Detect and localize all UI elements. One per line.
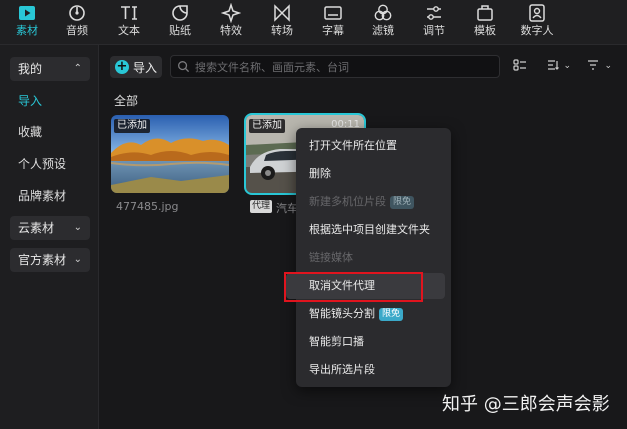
sidebar-item-favorites[interactable]: 收藏: [18, 124, 42, 140]
tab-media-label: 素材: [16, 24, 38, 37]
filter-button[interactable]: ⌄: [587, 58, 612, 76]
sidebar: 我的 ⌃ 导入 收藏 个人预设 品牌素材 云素材 ⌄ 官方素材 ⌄: [0, 45, 99, 429]
chevron-down-icon: ⌄: [604, 61, 613, 71]
tab-transition-label: 转场: [271, 24, 293, 37]
chevron-down-icon: ⌄: [73, 222, 82, 233]
top-toolbar: 素材 音频 文本 贴纸 特效 转场 字幕 滤镜 调节 模板 数字人: [0, 0, 627, 45]
menu-item-label: 打开文件所在位置: [309, 139, 397, 152]
sparkle-star-icon: [206, 2, 256, 24]
sidebar-group-cloud[interactable]: 云素材 ⌄: [10, 216, 90, 240]
tab-subtitle-label: 字幕: [322, 24, 344, 37]
sidebar-group-mine[interactable]: 我的 ⌃: [10, 57, 90, 81]
chevron-down-icon: ⌄: [73, 254, 82, 265]
tab-template[interactable]: 模板: [460, 3, 510, 41]
sidebar-group-official-label: 官方素材: [18, 253, 67, 267]
watermark: 知乎 @三郎会声会影: [442, 394, 610, 415]
menu-item-open-location[interactable]: 打开文件所在位置: [309, 139, 397, 153]
menu-item-smart-shot-split[interactable]: 智能镜头分割 限免: [309, 307, 404, 321]
tab-sticker[interactable]: 贴纸: [155, 3, 205, 41]
added-tag: 已添加: [249, 119, 285, 133]
media-card-caption: 汽车: [276, 202, 298, 215]
tab-text[interactable]: 文本: [104, 3, 154, 41]
search-icon: [178, 61, 190, 73]
added-tag: 已添加: [114, 119, 150, 133]
chevron-down-icon: ⌄: [563, 61, 572, 71]
tab-template-label: 模板: [474, 24, 496, 37]
media-card-image[interactable]: 已添加: [111, 115, 229, 193]
tab-audio-label: 音频: [66, 24, 88, 37]
menu-item-label: 新建多机位片段: [309, 195, 386, 208]
section-title: 全部: [114, 94, 139, 108]
sidebar-item-presets[interactable]: 个人预设: [18, 156, 66, 172]
media-card-caption: 477485.jpg: [116, 200, 179, 213]
limited-free-badge: 限免: [390, 196, 415, 209]
grid-view-button[interactable]: [513, 58, 527, 76]
digital-human-icon: [512, 3, 562, 23]
template-box-icon: [460, 3, 510, 23]
sidebar-item-import[interactable]: 导入: [18, 93, 42, 109]
play-square-icon: [2, 3, 52, 23]
search-placeholder: 搜索文件名称、画面元素、台词: [195, 61, 349, 74]
tab-filter-label: 滤镜: [372, 24, 394, 37]
menu-item-link-media: 链接媒体: [309, 251, 353, 265]
menu-item-delete[interactable]: 删除: [309, 167, 331, 181]
highlight-annotation-box: [284, 272, 423, 302]
limited-free-badge: 限免: [379, 308, 404, 321]
menu-item-label: 链接媒体: [309, 251, 353, 264]
sticker-icon: [155, 3, 205, 23]
filter-circles-icon: [358, 3, 408, 23]
menu-item-label: 删除: [309, 167, 331, 180]
tab-effects[interactable]: 特效: [206, 2, 256, 41]
tab-audio[interactable]: 音频: [52, 3, 102, 41]
tab-text-label: 文本: [118, 24, 140, 37]
proxy-badge: 代理: [250, 200, 273, 213]
tab-filter[interactable]: 滤镜: [358, 3, 408, 41]
adjust-sliders-icon: [409, 3, 459, 23]
tab-effects-label: 特效: [220, 24, 242, 37]
import-button-label: 导入: [133, 61, 158, 75]
sidebar-group-official[interactable]: 官方素材 ⌄: [10, 248, 90, 272]
chevron-up-icon: ⌃: [73, 63, 82, 74]
menu-item-label: 导出所选片段: [309, 363, 375, 376]
menu-item-label: 智能剪口播: [309, 335, 364, 348]
tab-media[interactable]: 素材: [2, 3, 52, 41]
tab-sticker-label: 贴纸: [169, 24, 191, 37]
tab-subtitle[interactable]: 字幕: [308, 3, 358, 41]
grid-view-icon: [513, 59, 526, 71]
plus-icon: +: [115, 59, 129, 74]
sidebar-group-mine-label: 我的: [18, 62, 43, 76]
search-input[interactable]: 搜索文件名称、画面元素、台词: [170, 55, 500, 78]
menu-item-create-folder[interactable]: 根据选中项目创建文件夹: [309, 223, 430, 237]
tab-transition[interactable]: 转场: [257, 3, 307, 41]
menu-item-smart-cut-talk[interactable]: 智能剪口播: [309, 335, 364, 349]
menu-item-label: 根据选中项目创建文件夹: [309, 223, 430, 236]
sidebar-item-brand[interactable]: 品牌素材: [18, 188, 66, 204]
filter-funnel-icon: [588, 60, 598, 70]
sort-icon: [548, 60, 559, 70]
tab-adjust[interactable]: 调节: [409, 3, 459, 41]
sort-button[interactable]: ⌄: [546, 58, 571, 76]
transition-bowtie-icon: [257, 3, 307, 23]
menu-item-export-selected[interactable]: 导出所选片段: [309, 363, 375, 377]
menu-item-label: 智能镜头分割: [309, 307, 375, 320]
tab-digital-human-label: 数字人: [520, 24, 554, 37]
menu-item-new-multicam: 新建多机位片段 限免: [309, 195, 415, 209]
audio-disc-icon: [52, 3, 102, 23]
sidebar-group-cloud-label: 云素材: [18, 221, 55, 235]
import-button[interactable]: + 导入: [110, 56, 162, 78]
subtitle-box-icon: [308, 3, 358, 23]
tab-digital-human[interactable]: 数字人: [512, 3, 562, 41]
tab-adjust-label: 调节: [423, 24, 445, 37]
text-tI-icon: [104, 3, 154, 23]
